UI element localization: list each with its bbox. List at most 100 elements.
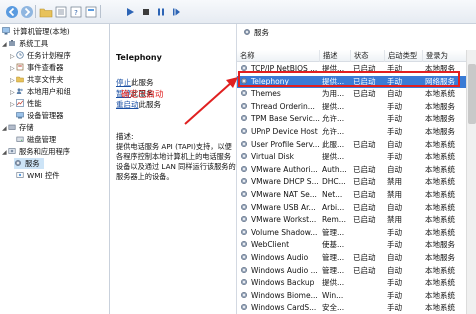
service-name-text: Windows CardS... [251,303,317,313]
restart-service-link[interactable]: 重启动此服务 [116,99,161,110]
service-description: 此服... [322,139,345,149]
service-status: 已启动 [353,164,376,174]
tree-item-label: 本地用户和组 [27,87,71,96]
services-list: 服务 名称 描述 状态 启动类型 登录为 TCP/IP NetBIOS ... 提… [236,24,476,314]
description-text: 提供电话服务 API (TAPI)支持，以便各程序控制本地计算机上的电话服务设备… [116,142,236,181]
table-row[interactable]: Windows Audio 管理... 已启动 自动 本地服务 [237,252,476,265]
gear-icon [240,228,248,236]
column-startup-type[interactable]: 启动类型 [385,50,423,62]
table-row[interactable]: VMware DHCP S... DHC... 已启动 禁用 本地系统 [237,176,476,189]
table-row[interactable]: Thread Orderin... 提供... 手动 本地服务 [237,101,476,114]
tree-item-label: 存储 [19,123,34,132]
stop-icon[interactable] [138,4,152,18]
restart-link-text[interactable]: 重启动 [116,100,139,109]
service-startup-type: 自动 [387,265,402,275]
restart-icon[interactable] [168,4,182,18]
tree-item-device-manager[interactable]: 设备管理器 [16,110,63,121]
column-name[interactable]: 名称 [237,50,320,62]
tree-item-label: 性能 [27,99,42,108]
gear-icon [14,159,22,167]
tree-item-task-scheduler[interactable]: ▷ 任务计划程序 [10,50,71,61]
column-description[interactable]: 描述 [320,50,351,62]
table-row[interactable]: Volume Shadow... 管理... 手动 本地系统 [237,227,476,240]
service-status: 已启动 [353,89,376,99]
tree-item-wmi-control[interactable]: WMI 控件 [16,170,60,181]
tree-item-label: 事件查看器 [27,63,64,72]
column-logon-as[interactable]: 登录为 [423,50,467,62]
tree-item-system-tools[interactable]: ◢ 系统工具 [2,38,48,49]
tree-item-label: 任务计划程序 [27,51,71,60]
service-description: 管理... [322,227,345,237]
restart-link-suffix: 此服务 [138,100,162,109]
tree-item-label: WMI 控件 [27,171,60,180]
tree-item-disk-management[interactable]: 磁盘管理 [16,134,56,145]
service-description: Arbi... [322,202,345,212]
service-startup-type: 手动 [387,227,402,237]
gear-icon [240,203,248,211]
table-row[interactable]: Windows Backup 提供... 手动 本地系统 [237,277,476,290]
table-row[interactable]: Virtual Disk 提供... 手动 本地系统 [237,151,476,164]
vertical-scrollbar[interactable] [466,50,476,314]
table-row[interactable]: VMware USB Ar... Arbi... 已启动 自动 本地系统 [237,202,476,215]
column-status[interactable]: 状态 [351,50,385,62]
help-icon[interactable]: ? [68,4,82,18]
service-name-text: Volume Shadow... [251,227,318,237]
tree-item-services[interactable]: 服务 [14,158,44,169]
service-name-text: Virtual Disk [251,152,295,162]
service-status: 已启动 [353,215,376,225]
tree-item-storage[interactable]: ◢ 存储 [2,122,34,133]
service-name: Windows CardS... [240,302,320,314]
service-startup-type: 禁用 [387,177,402,187]
list-icon[interactable] [53,4,67,18]
gear-icon [240,102,248,110]
gear-icon [240,127,248,135]
service-startup-type: 手动 [387,240,402,250]
tree-item-services-applications[interactable]: ◢ 服务和应用程序 [2,146,70,157]
tree-item-label: 设备管理器 [27,111,64,120]
table-row[interactable]: VMware NAT Se... Net... 已启动 禁用 本地系统 [237,189,476,202]
service-name-text: Windows Audio [251,253,309,262]
folder-icon[interactable] [38,4,53,18]
tree-item-performance[interactable]: ▷ 性能 [10,98,42,109]
table-row[interactable]: VMware Authori... Auth... 已启动 自动 本地系统 [237,164,476,177]
service-name: VMware USB Ar... [240,202,320,215]
pause-icon[interactable] [153,4,167,18]
tree-item-label: 服务和应用程序 [19,147,71,156]
table-row[interactable]: Windows Biome... Win... 手动 本地系统 [237,290,476,303]
properties-icon[interactable] [83,4,97,18]
back-icon[interactable] [4,4,18,18]
stop-service-link[interactable]: 停止此服务 [116,77,154,88]
event-icon [16,63,24,71]
gear-icon [240,266,248,274]
table-row[interactable]: TPM Base Servic... 允许... 手动 本地服务 [237,113,476,126]
service-startup-type: 手动 [387,152,402,162]
service-description: Auth... [322,164,347,174]
table-row[interactable]: Windows Audio ... 管理... 已启动 自动 本地系统 [237,265,476,278]
service-name: Windows Biome... [240,290,320,303]
tree-item-shared-folders[interactable]: ▷ 共享文件夹 [10,74,63,85]
service-name-text: WebClient [251,240,290,250]
forward-icon[interactable] [19,4,33,18]
gear-icon [240,177,248,185]
stop-link-text[interactable]: 停止 [116,78,131,87]
play-icon[interactable] [122,4,136,18]
table-row[interactable]: UPnP Device Host 允许... 手动 本地服务 [237,126,476,139]
service-description: 管理... [322,253,345,262]
column-header: 名称 描述 状态 启动类型 登录为 [237,50,476,62]
table-row[interactable]: User Profile Serv... 此服... 已启动 自动 本地系统 [237,139,476,152]
scrollbar-thumb[interactable] [468,64,476,124]
table-row[interactable]: WebClient 使基... 手动 本地服务 [237,239,476,252]
services-app-icon [8,147,16,155]
gear-icon [240,278,248,286]
table-row[interactable]: Windows CardS... 安全... 手动 本地系统 [237,302,476,314]
service-name-text: VMware Authori... [251,164,318,174]
service-startup-type: 自动 [387,202,402,212]
tree-item-local-users-groups[interactable]: ▷ 本地用户和组 [10,86,71,97]
tree-item-computer-management[interactable]: 计算机管理(本地) [2,26,70,37]
tree-item-event-viewer[interactable]: ▷ 事件查看器 [10,62,63,73]
table-row[interactable]: Themes 为用... 已启动 自动 本地系统 [237,88,476,101]
table-row[interactable]: VMware Workst... Rem... 已启动 禁用 本地系统 [237,214,476,227]
service-startup-type: 手动 [387,290,402,300]
service-startup-type: 禁用 [387,190,402,199]
service-name-text: UPnP Device Host [251,127,318,136]
